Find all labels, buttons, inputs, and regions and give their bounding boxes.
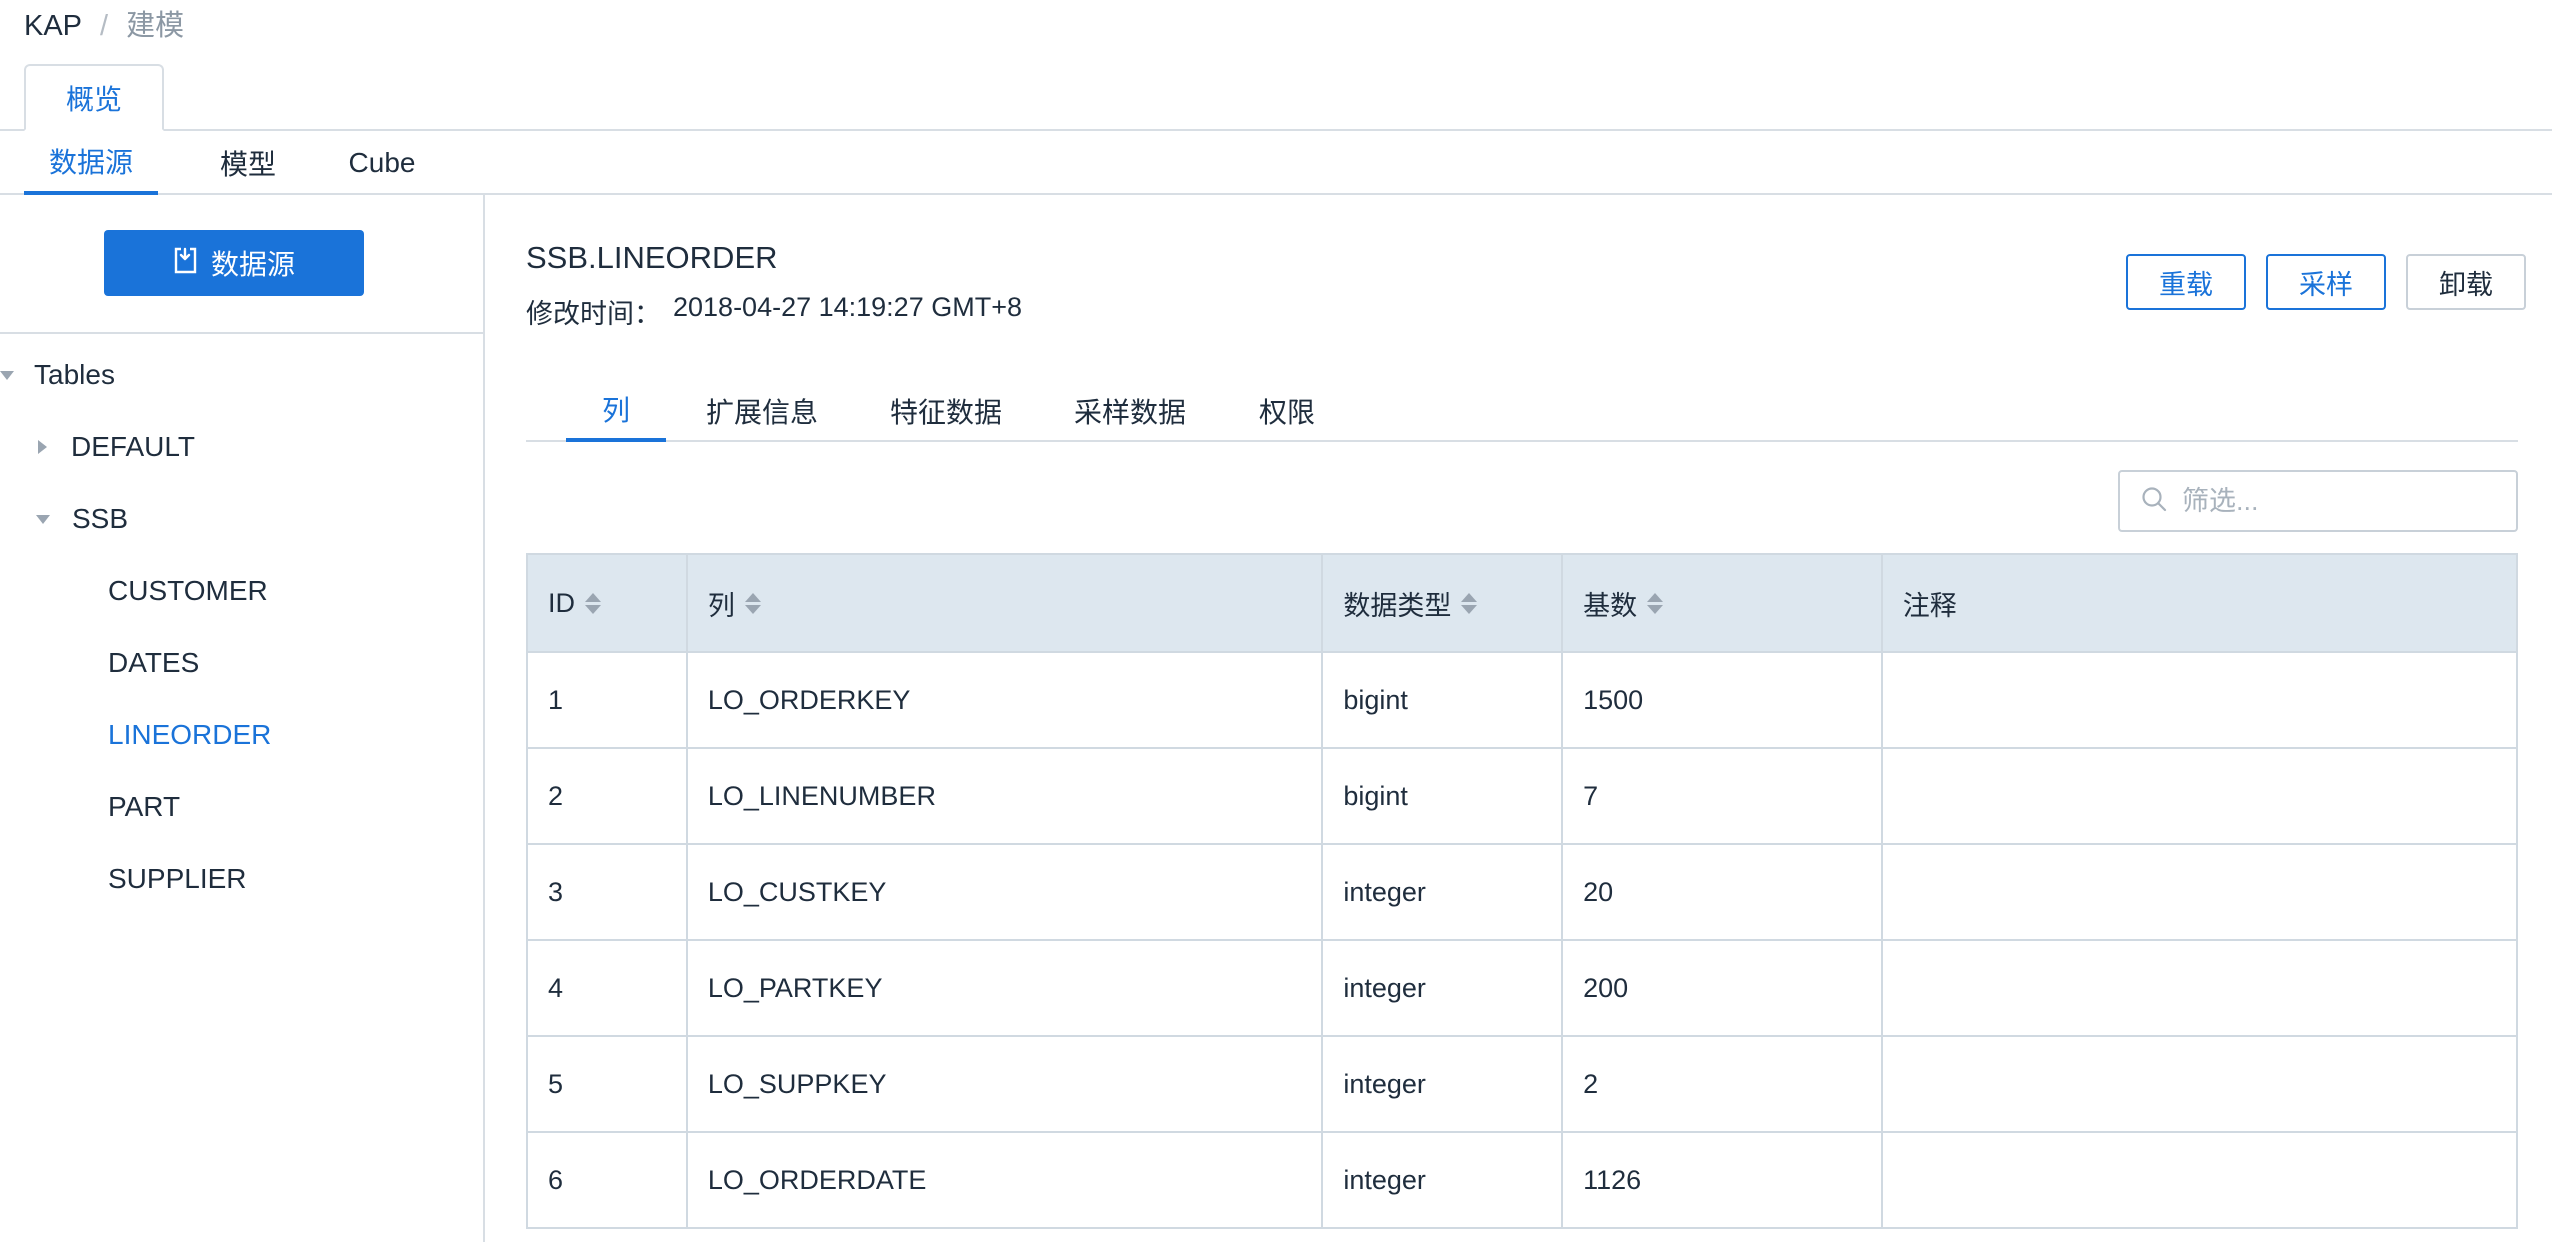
tab-feature-data[interactable]: 特征数据 [886,380,1006,442]
breadcrumb-current: 建模 [126,10,185,42]
tree-item-dates[interactable]: DATES [108,638,199,688]
tab-datasource[interactable]: 数据源 [24,131,158,195]
sort-icon[interactable] [1647,592,1664,614]
search-icon [2140,485,2168,518]
cell-comment [1880,651,2519,749]
unload-button[interactable]: 卸载 [2406,254,2526,310]
header-data-type[interactable]: 数据类型 [1321,553,1564,653]
sub-tab-bar: 数据源 模型 Cube [0,131,2552,195]
sort-icon[interactable] [585,592,601,614]
tree-node-label: Tables [34,359,115,390]
filter-field[interactable] [2118,470,2518,532]
header-comment: 注释 [1880,553,2519,653]
cell-column: LO_LINENUMBER [685,747,1324,845]
cell-comment [1880,1131,2519,1229]
cell-comment [1880,747,2519,845]
header-label: 列 [707,590,735,621]
table-row: 4 LO_PARTKEY integer 200 [526,939,2519,1037]
sort-icon[interactable] [1461,592,1478,614]
cell-id: 5 [526,1035,688,1133]
cell-data-type: bigint [1321,747,1564,845]
sample-button[interactable]: 采样 [2266,254,2386,310]
cell-data-type: bigint [1321,651,1564,749]
cell-id: 1 [526,651,688,749]
header-column[interactable]: 列 [685,553,1324,653]
tree-item-part[interactable]: PART [108,782,180,832]
cell-data-type: integer [1321,843,1564,941]
breadcrumb: KAP / 建模 [24,8,184,44]
cell-data-type: integer [1321,1035,1564,1133]
header-id[interactable]: ID [526,553,688,653]
cell-comment [1880,843,2519,941]
modified-label: 修改时间： [526,299,661,329]
header-label: ID [548,587,575,618]
cell-comment [1880,1035,2519,1133]
sort-icon[interactable] [744,592,761,614]
tab-overview[interactable]: 概览 [24,64,164,131]
cell-column: LO_ORDERKEY [685,651,1324,749]
tab-permissions[interactable]: 权限 [1252,380,1322,442]
table-row: 3 LO_CUSTKEY integer 20 [526,843,2519,941]
tree-node-label: SSB [72,503,129,534]
reload-button[interactable]: 重载 [2126,254,2246,310]
caret-down-icon[interactable] [36,514,50,524]
cell-cardinality: 20 [1561,843,1883,941]
cell-id: 3 [526,843,688,941]
modified-value: 2018-04-27 14:19:27 GMT+8 [673,292,1022,322]
load-table-icon [173,246,199,281]
caret-down-icon[interactable] [0,370,14,380]
table-row: 6 LO_ORDERDATE integer 1126 [526,1131,2519,1229]
detail-tab-bar: 列 扩展信息 特征数据 采样数据 权限 [526,380,2518,442]
cell-cardinality: 2 [1561,1035,1883,1133]
cell-column: LO_CUSTKEY [685,843,1324,941]
cell-column: LO_ORDERDATE [685,1131,1324,1229]
cell-column: LO_PARTKEY [685,939,1324,1037]
sidebar-divider [0,332,483,334]
table-header-row: ID 列 数据类型 基数 注释 [526,553,2519,653]
cell-cardinality: 200 [1561,939,1883,1037]
tree-item-customer[interactable]: CUSTOMER [108,566,268,616]
header-label: 基数 [1583,590,1638,621]
breadcrumb-root[interactable]: KAP [24,8,82,44]
cell-id: 2 [526,747,688,845]
caret-right-icon[interactable] [38,440,47,454]
tab-columns[interactable]: 列 [566,380,666,442]
add-datasource-label: 数据源 [210,249,295,280]
add-datasource-button[interactable]: 数据源 [104,230,364,296]
tree-node-tables[interactable]: Tables [0,350,115,400]
cell-comment [1880,939,2519,1037]
tree-item-lineorder[interactable]: LINEORDER [108,710,271,760]
header-label: 注释 [1902,590,1957,621]
breadcrumb-separator: / [100,10,109,42]
modified-time: 修改时间： 2018-04-27 14:19:27 GMT+8 [526,292,1022,331]
cell-id: 4 [526,939,688,1037]
tab-sample-data[interactable]: 采样数据 [1070,380,1190,442]
top-tab-bar: 概览 [0,64,2552,131]
table-row: 5 LO_SUPPKEY integer 2 [526,1035,2519,1133]
tab-cube[interactable]: Cube [332,131,432,195]
cell-cardinality: 1126 [1561,1131,1883,1229]
cell-data-type: integer [1321,939,1564,1037]
cell-cardinality: 1500 [1561,651,1883,749]
tab-model[interactable]: 模型 [200,131,296,195]
table-title: SSB.LINEORDER [526,240,778,275]
tab-extended-info[interactable]: 扩展信息 [702,380,822,442]
tree-node-database-ssb[interactable]: SSB [36,494,128,544]
tree-item-supplier[interactable]: SUPPLIER [108,854,247,904]
header-label: 数据类型 [1343,590,1452,621]
cell-cardinality: 7 [1561,747,1883,845]
columns-table: ID 列 数据类型 基数 注释 1 LO_ORDERKEY bigint 150… [526,553,2519,1229]
tree-node-label: DEFAULT [71,431,195,462]
cell-data-type: integer [1321,1131,1564,1229]
header-cardinality[interactable]: 基数 [1561,553,1883,653]
table-row: 1 LO_ORDERKEY bigint 1500 [526,651,2519,749]
cell-id: 6 [526,1131,688,1229]
filter-input[interactable] [2182,485,2502,517]
sidebar: 数据源 Tables DEFAULT SSB CUSTOMER DATES LI… [0,195,485,1242]
tree-node-database-default[interactable]: DEFAULT [38,422,195,472]
cell-column: LO_SUPPKEY [685,1035,1324,1133]
table-row: 2 LO_LINENUMBER bigint 7 [526,747,2519,845]
